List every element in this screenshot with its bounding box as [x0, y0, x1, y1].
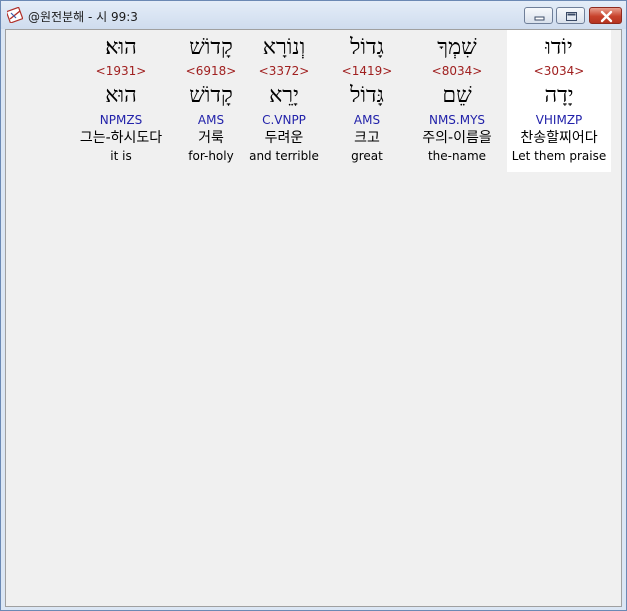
interlinear-panel: הוּא׃ <1931> הוּא NPMZS 그는-하시도다 it is קָ…	[5, 29, 622, 607]
hebrew-lemma: קָדוֹשׁ	[189, 83, 233, 108]
strong-number[interactable]: <1419>	[326, 64, 408, 78]
hebrew-lemma: גָּדוֹל	[350, 83, 384, 108]
hebrew-lemma: יָרֵא	[269, 83, 299, 108]
korean-gloss: 그는-하시도다	[79, 130, 163, 146]
morphology-code[interactable]: C.VNPP	[249, 113, 319, 127]
app-icon[interactable]	[7, 7, 23, 23]
word-column-selected[interactable]: יוֹדוּ <3034> יָדָה VHIMZP 찬송할찌어다 Let th…	[507, 30, 611, 172]
hebrew-word: גָדוֹל	[350, 35, 384, 60]
english-gloss: it is	[110, 149, 132, 163]
korean-gloss: 크고	[354, 130, 380, 146]
morphology-code[interactable]: AMS	[326, 113, 408, 127]
morphology-code[interactable]: NPMZS	[73, 113, 169, 127]
hebrew-word: וְנוֹרָא	[262, 35, 306, 60]
maximize-icon	[566, 12, 577, 21]
strong-number[interactable]: <1931>	[73, 64, 169, 78]
morphology-code[interactable]: VHIMZP	[507, 113, 611, 127]
app-window: @원전분해 - 시 99:3 הוּא׃ <1931> הוּא NPMZS 그…	[0, 0, 627, 611]
strong-number[interactable]: <6918>	[171, 64, 251, 78]
strong-number[interactable]: <8034>	[408, 64, 506, 78]
english-gloss: and terrible	[249, 149, 319, 163]
morphology-code[interactable]: NMS.MYS	[408, 113, 506, 127]
english-gloss: great	[351, 149, 383, 163]
hebrew-word: שִׁמְךָ	[437, 35, 477, 60]
maximize-button[interactable]	[556, 7, 585, 24]
korean-gloss: 주의-이름을	[422, 130, 492, 146]
title-bar[interactable]: @원전분해 - 시 99:3	[1, 1, 626, 29]
strong-number[interactable]: <3034>	[507, 64, 611, 78]
close-button[interactable]	[589, 7, 622, 24]
minimize-icon	[534, 16, 545, 21]
english-gloss: Let them praise	[511, 149, 607, 163]
english-gloss: the-name	[427, 149, 487, 163]
korean-gloss: 찬송할찌어다	[520, 130, 598, 146]
close-icon	[600, 10, 613, 23]
hebrew-lemma: הוּא	[105, 83, 137, 108]
word-column[interactable]: קָדוֹשׁ <6918> קָדוֹשׁ AMS 거룩 for-holy	[171, 30, 251, 172]
english-gloss: for-holy	[188, 149, 234, 163]
window-title: @원전분해 - 시 99:3	[28, 10, 138, 24]
minimize-button[interactable]	[524, 7, 553, 24]
korean-gloss: 거룩	[198, 130, 224, 146]
hebrew-word: יוֹדוּ	[545, 35, 573, 60]
word-column[interactable]: שִׁמְךָ <8034> שֵׁם NMS.MYS 주의-이름을 the-n…	[408, 30, 506, 172]
hebrew-lemma: יָדָה	[544, 83, 574, 108]
hebrew-word: קָדוֹשׁ	[189, 35, 233, 60]
hebrew-word: הוּא׃	[105, 35, 137, 60]
strong-number[interactable]: <3372>	[249, 64, 319, 78]
word-column[interactable]: הוּא׃ <1931> הוּא NPMZS 그는-하시도다 it is	[73, 30, 169, 172]
korean-gloss: 두려운	[264, 130, 304, 146]
word-column[interactable]: גָדוֹל <1419> גָּדוֹל AMS 크고 great	[326, 30, 408, 172]
morphology-code[interactable]: AMS	[171, 113, 251, 127]
word-column[interactable]: וְנוֹרָא <3372> יָרֵא C.VNPP 두려운 and ter…	[249, 30, 319, 172]
hebrew-lemma: שֵׁם	[442, 83, 472, 108]
